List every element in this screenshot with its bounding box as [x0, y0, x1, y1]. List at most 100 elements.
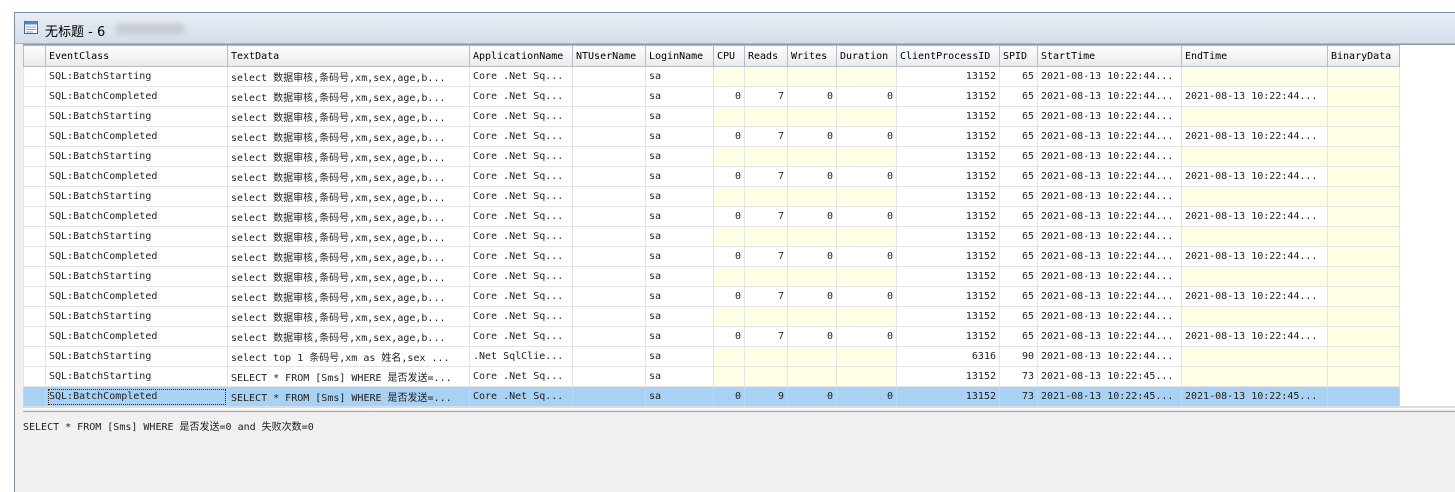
start-time-cell: 2021-08-13 10:22:44...	[1037, 186, 1182, 207]
column-header-writes[interactable]: Writes	[787, 45, 837, 67]
text-data-cell: SELECT * FROM [Sms] WHERE 是否发送=...	[227, 366, 470, 387]
duration-cell	[836, 266, 897, 287]
application-name-cell: Core .Net Sq...	[469, 366, 573, 387]
binary-data-cell	[1327, 66, 1400, 87]
text-data-cell: select 数据审核,条码号,xm,sex,age,b...	[227, 106, 470, 127]
row-selector[interactable]	[23, 386, 46, 407]
application-name-cell: Core .Net Sq...	[469, 86, 573, 107]
column-header-binarydata[interactable]: BinaryData	[1327, 45, 1400, 67]
grid-horizontal-scrollbar[interactable]	[23, 406, 1455, 408]
row-selector[interactable]	[23, 306, 46, 327]
client-process-id-cell: 13152	[896, 326, 1000, 347]
table-row[interactable]: SQL:BatchCompleted SELECT * FROM [Sms] WH…	[23, 386, 1400, 407]
application-name-cell: Core .Net Sq...	[469, 286, 573, 307]
duration-cell: 0	[836, 326, 897, 347]
row-selector[interactable]	[23, 366, 46, 387]
row-selector[interactable]	[23, 106, 46, 127]
nt-user-name-cell	[572, 346, 646, 367]
client-process-id-cell: 13152	[896, 206, 1000, 227]
event-class-cell: SQL:BatchStarting	[45, 186, 228, 207]
event-class-cell: SQL:BatchCompleted	[45, 326, 228, 347]
table-row[interactable]: SQL:BatchCompleted select 数据审核,条码号,xm,sex…	[23, 206, 1400, 227]
nt-user-name-cell	[572, 146, 646, 167]
binary-data-cell	[1327, 386, 1400, 407]
table-row[interactable]: SQL:BatchStarting select 数据审核,条码号,xm,sex,…	[23, 226, 1400, 247]
column-header-textdata[interactable]: TextData	[227, 45, 470, 67]
text-data-cell: select 数据审核,条码号,xm,sex,age,b...	[227, 166, 470, 187]
row-selector[interactable]	[23, 66, 46, 87]
column-header-row: EventClass TextData ApplicationName NTUs…	[23, 45, 1400, 67]
column-header-cpu[interactable]: CPU	[713, 45, 745, 67]
row-selector[interactable]	[23, 86, 46, 107]
column-header-reads[interactable]: Reads	[744, 45, 788, 67]
nt-user-name-cell	[572, 106, 646, 127]
writes-cell	[787, 266, 837, 287]
spid-cell: 65	[999, 286, 1038, 307]
application-name-cell: Core .Net Sq...	[469, 106, 573, 127]
binary-data-cell	[1327, 226, 1400, 247]
column-header-clientprocessid[interactable]: ClientProcessID	[896, 45, 1000, 67]
textdata-detail-pane[interactable]: SELECT * FROM [Sms] WHERE 是否发送=0 and 失败次…	[23, 411, 1455, 492]
column-header-starttime[interactable]: StartTime	[1037, 45, 1182, 67]
column-header-spid[interactable]: SPID	[999, 45, 1038, 67]
row-selector[interactable]	[23, 166, 46, 187]
nt-user-name-cell	[572, 266, 646, 287]
application-name-cell: Core .Net Sq...	[469, 326, 573, 347]
row-selector[interactable]	[23, 266, 46, 287]
table-row[interactable]: SQL:BatchStarting select top 1 条码号,xm as …	[23, 346, 1400, 367]
event-class-cell: SQL:BatchStarting	[45, 66, 228, 87]
binary-data-cell	[1327, 366, 1400, 387]
table-row[interactable]: SQL:BatchCompleted select 数据审核,条码号,xm,sex…	[23, 126, 1400, 147]
table-row[interactable]: SQL:BatchCompleted select 数据审核,条码号,xm,sex…	[23, 246, 1400, 267]
end-time-cell	[1181, 306, 1328, 327]
table-row[interactable]: SQL:BatchCompleted select 数据审核,条码号,xm,sex…	[23, 86, 1400, 107]
row-selector[interactable]	[23, 326, 46, 347]
table-row[interactable]: SQL:BatchCompleted select 数据审核,条码号,xm,sex…	[23, 326, 1400, 347]
table-row[interactable]: SQL:BatchStarting select 数据审核,条码号,xm,sex,…	[23, 306, 1400, 327]
row-selector[interactable]	[23, 226, 46, 247]
login-name-cell: sa	[645, 366, 714, 387]
writes-cell	[787, 66, 837, 87]
row-selector[interactable]	[23, 206, 46, 227]
window-title: 无标题 - 6	[45, 25, 106, 40]
trace-events-grid[interactable]: EventClass TextData ApplicationName NTUs…	[23, 44, 1455, 409]
table-row[interactable]: SQL:BatchCompleted select 数据审核,条码号,xm,sex…	[23, 166, 1400, 187]
column-header-duration[interactable]: Duration	[836, 45, 897, 67]
duration-cell	[836, 186, 897, 207]
nt-user-name-cell	[572, 166, 646, 187]
table-row[interactable]: SQL:BatchStarting select 数据审核,条码号,xm,sex,…	[23, 146, 1400, 167]
table-row[interactable]: SQL:BatchStarting select 数据审核,条码号,xm,sex,…	[23, 186, 1400, 207]
column-header-endtime[interactable]: EndTime	[1181, 45, 1328, 67]
table-row[interactable]: SQL:BatchStarting select 数据审核,条码号,xm,sex,…	[23, 266, 1400, 287]
table-row[interactable]: SQL:BatchStarting SELECT * FROM [Sms] WHE…	[23, 366, 1400, 387]
binary-data-cell	[1327, 286, 1400, 307]
column-header-eventclass[interactable]: EventClass	[45, 45, 228, 67]
row-selector[interactable]	[23, 146, 46, 167]
text-data-cell: select 数据审核,条码号,xm,sex,age,b...	[227, 286, 470, 307]
trace-window-icon	[24, 21, 38, 34]
row-selector[interactable]	[23, 126, 46, 147]
column-header-loginname[interactable]: LoginName	[645, 45, 714, 67]
table-row[interactable]: SQL:BatchCompleted select 数据审核,条码号,xm,sex…	[23, 286, 1400, 307]
table-row[interactable]: SQL:BatchStarting select 数据审核,条码号,xm,sex,…	[23, 66, 1400, 87]
application-name-cell: Core .Net Sq...	[469, 226, 573, 247]
duration-cell: 0	[836, 126, 897, 147]
end-time-cell: 2021-08-13 10:22:44...	[1181, 126, 1328, 147]
login-name-cell: sa	[645, 266, 714, 287]
row-selector[interactable]	[23, 346, 46, 367]
writes-cell: 0	[787, 126, 837, 147]
trace-table: EventClass TextData ApplicationName NTUs…	[23, 45, 1400, 407]
start-time-cell: 2021-08-13 10:22:45...	[1037, 366, 1182, 387]
client-process-id-cell: 13152	[896, 166, 1000, 187]
row-selector[interactable]	[23, 286, 46, 307]
binary-data-cell	[1327, 246, 1400, 267]
reads-cell	[744, 66, 788, 87]
column-header-applicationname[interactable]: ApplicationName	[469, 45, 573, 67]
end-time-cell: 2021-08-13 10:22:44...	[1181, 206, 1328, 227]
row-selector[interactable]	[23, 186, 46, 207]
column-header-ntusername[interactable]: NTUserName	[572, 45, 646, 67]
table-row[interactable]: SQL:BatchStarting select 数据审核,条码号,xm,sex,…	[23, 106, 1400, 127]
client-process-id-cell: 13152	[896, 146, 1000, 167]
end-time-cell	[1181, 346, 1328, 367]
row-selector[interactable]	[23, 246, 46, 267]
